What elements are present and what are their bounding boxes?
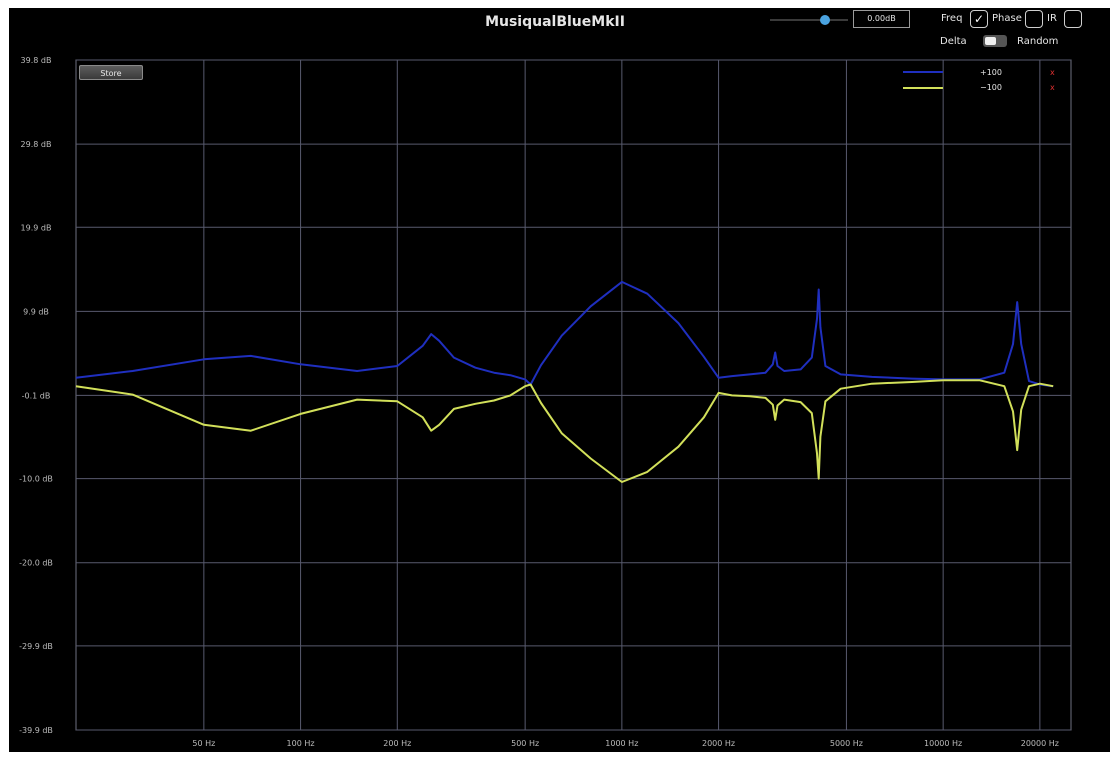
legend-line-plus100 — [903, 71, 943, 73]
legend-label-plus100: +100 — [980, 68, 1002, 77]
legend-line-minus100 — [903, 87, 943, 89]
remove-minus100-button[interactable]: x — [1050, 83, 1055, 92]
frequency-response-plot: 39.8 dB 29.8 dB 19.9 dB 9.9 dB -0.1 dB -10.0 … — [19, 56, 1072, 748]
output-gain-slider[interactable] — [770, 15, 848, 25]
delta-label: Delta — [940, 36, 967, 47]
y-tick-label: 19.9 dB — [21, 223, 52, 232]
ir-label: IR — [1047, 13, 1057, 24]
freq-label: Freq — [941, 13, 963, 24]
slider-fill — [770, 19, 825, 21]
random-label: Random — [1017, 36, 1059, 47]
x-tick-label: 1000 Hz — [605, 739, 638, 748]
x-tick-label: 200 Hz — [383, 739, 411, 748]
slider-thumb[interactable] — [819, 15, 830, 25]
remove-plus100-button[interactable]: x — [1050, 68, 1055, 77]
ir-checkbox[interactable] — [1064, 10, 1082, 28]
y-tick-label: -29.9 dB — [19, 642, 53, 651]
y-tick-label: 39.8 dB — [21, 56, 52, 65]
check-icon: ✓ — [973, 12, 985, 26]
delta-random-toggle[interactable] — [983, 35, 1007, 47]
x-tick-label: 10000 Hz — [924, 739, 962, 748]
y-tick-label: -10.0 dB — [19, 475, 53, 484]
y-tick-label: 9.9 dB — [23, 307, 49, 316]
gain-value-field[interactable]: 0.00dB — [853, 10, 910, 28]
x-tick-label: 2000 Hz — [702, 739, 735, 748]
x-tick-label: 500 Hz — [511, 739, 539, 748]
phase-checkbox[interactable] — [1025, 10, 1043, 28]
y-tick-label: 29.8 dB — [21, 140, 52, 149]
phase-label: Phase — [992, 13, 1022, 24]
y-tick-label: -0.1 dB — [22, 391, 51, 400]
x-tick-label: 100 Hz — [287, 739, 315, 748]
x-tick-label: 20000 Hz — [1021, 739, 1059, 748]
legend-label-minus100: −100 — [980, 83, 1002, 92]
store-button[interactable]: Store — [79, 65, 143, 80]
y-tick-label: -39.9 dB — [19, 726, 53, 735]
y-tick-label: -20.0 dB — [19, 559, 53, 568]
x-tick-label: 50 Hz — [192, 739, 215, 748]
freq-checkbox[interactable]: ✓ — [970, 10, 988, 28]
window-title: MusiqualBlueMkII — [485, 14, 625, 30]
toggle-knob — [985, 37, 996, 45]
x-tick-label: 5000 Hz — [830, 739, 863, 748]
